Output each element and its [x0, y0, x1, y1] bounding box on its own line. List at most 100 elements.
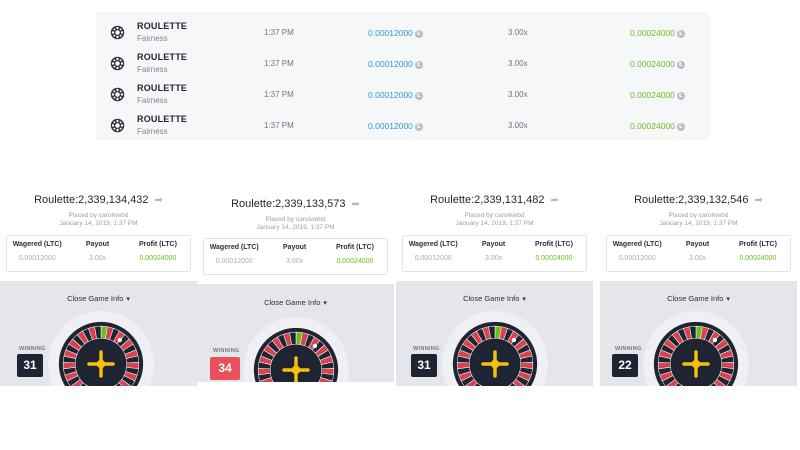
winning-label: WINNING [213, 348, 240, 354]
bet-time: 1:37 PM [264, 121, 294, 130]
wagered-value: 0.00012000 [18, 255, 56, 262]
bet-time: 1:37 PM [264, 59, 294, 68]
roulette-wheel-icon [110, 87, 125, 102]
bet-stats-box: Wagered (LTC) 0.00012000 Payout 3.00x Prof… [6, 235, 191, 272]
litecoin-icon: Ł [414, 91, 423, 100]
winning-label: WINNING [413, 346, 440, 352]
wagered-value: 0.00012000 [215, 258, 253, 265]
profit-value: 0.00024000 [139, 255, 177, 262]
bet-profit: 0.00024000 Ł [630, 90, 685, 100]
profit-label: Profit (LTC) [138, 241, 177, 248]
bet-profit: 0.00024000 Ł [630, 59, 685, 69]
roulette-wheel [653, 321, 739, 386]
share-arrow-icon[interactable]: ➦ [754, 195, 762, 206]
payout-label: Payout [282, 244, 307, 251]
bet-date: January 14, 2019, 1:37 PM [256, 224, 335, 231]
share-arrow-icon[interactable]: ➦ [154, 195, 162, 206]
bet-payout: 3.00x [508, 28, 528, 37]
payout-value: 3.00x [89, 255, 107, 262]
litecoin-icon: Ł [414, 60, 423, 69]
share-arrow-icon[interactable]: ➦ [351, 199, 359, 210]
game-title: Roulette:2,339,131,482 ➦ [430, 194, 559, 206]
close-game-info-button[interactable]: Close Game Info ▾ [197, 298, 394, 307]
payout-value: 3.00x [286, 258, 304, 265]
bet-amount: 0.00012000 Ł [368, 121, 423, 131]
litecoin-icon: Ł [676, 122, 685, 131]
chevron-down-icon: ▾ [323, 300, 327, 307]
wagered-label: Wagered (LTC) [12, 241, 62, 248]
winning-number: 31 [411, 354, 437, 377]
bet-date: January 14, 2019, 1:37 PM [455, 220, 534, 227]
bet-date: January 14, 2019, 1:37 PM [659, 220, 738, 227]
bet-history-table: ROULETTE Fairness 1:37 PM 0.00012000 Ł 3.… [96, 12, 710, 140]
profit-label: Profit (LTC) [335, 244, 374, 251]
game-name: ROULETTE [137, 21, 188, 31]
profit-label: Profit (LTC) [534, 241, 573, 248]
close-game-info-button[interactable]: Close Game Info ▾ [0, 294, 197, 303]
bet-payout: 3.00x [508, 121, 528, 130]
game-title: Roulette:2,339,134,432 ➦ [34, 194, 163, 206]
profit-value: 0.00024000 [336, 258, 374, 265]
table-row[interactable]: ROULETTE Fairness 1:37 PM 0.00012000 Ł 3.… [96, 47, 710, 78]
game-name: ROULETTE [137, 114, 188, 124]
roulette-wheel-icon [110, 56, 125, 71]
payout-label: Payout [481, 241, 506, 248]
bet-stats-box: Wagered (LTC) 0.00012000 Payout 3.00x Prof… [203, 238, 388, 275]
payout-value: 3.00x [485, 255, 503, 262]
bet-date: January 14, 2019, 1:37 PM [59, 220, 138, 227]
roulette-wheel [58, 321, 144, 386]
close-game-info-button[interactable]: Close Game Info ▾ [396, 294, 593, 303]
winning-label: WINNING [615, 346, 642, 352]
wagered-label: Wagered (LTC) [408, 241, 458, 248]
table-row[interactable]: ROULETTE Fairness 1:37 PM 0.00012000 Ł 3.… [96, 109, 710, 140]
game-info-card: Roulette:2,339,133,573 ➦ Placed by carolw… [197, 190, 394, 382]
bet-time: 1:37 PM [264, 28, 294, 37]
payout-value: 3.00x [689, 255, 707, 262]
fairness-link[interactable]: Fairness [137, 34, 168, 43]
profit-value: 0.00024000 [739, 255, 777, 262]
wagered-label: Wagered (LTC) [612, 241, 662, 248]
wagered-value: 0.00012000 [618, 255, 656, 262]
chevron-down-icon: ▾ [726, 296, 730, 303]
roulette-wheel-icon [110, 25, 125, 40]
wagered-label: Wagered (LTC) [209, 244, 259, 251]
litecoin-icon: Ł [414, 29, 423, 38]
game-info-card: Roulette:2,339,134,432 ➦ Placed by carolw… [0, 186, 197, 386]
profit-value: 0.00024000 [535, 255, 573, 262]
litecoin-icon: Ł [676, 29, 685, 38]
winning-label: WINNING [19, 346, 46, 352]
payout-label: Payout [685, 241, 710, 248]
bet-amount: 0.00012000 Ł [368, 59, 423, 69]
winning-number: 34 [210, 357, 240, 380]
litecoin-icon: Ł [676, 91, 685, 100]
table-row[interactable]: ROULETTE Fairness 1:37 PM 0.00012000 Ł 3.… [96, 78, 710, 109]
game-name: ROULETTE [137, 83, 188, 93]
game-info-card: Roulette:2,339,131,482 ➦ Placed by carolw… [396, 186, 593, 386]
roulette-wheel [452, 321, 538, 386]
game-info-card: Roulette:2,339,132,546 ➦ Placed by carolw… [600, 186, 797, 386]
bet-profit: 0.00024000 Ł [630, 28, 685, 38]
litecoin-icon: Ł [676, 60, 685, 69]
game-name: ROULETTE [137, 52, 188, 62]
litecoin-icon: Ł [414, 122, 423, 131]
bet-amount: 0.00012000 Ł [368, 90, 423, 100]
bet-time: 1:37 PM [264, 90, 294, 99]
bet-stats-box: Wagered (LTC) 0.00012000 Payout 3.00x Prof… [606, 235, 791, 272]
game-title: Roulette:2,339,132,546 ➦ [634, 194, 763, 206]
profit-label: Profit (LTC) [738, 241, 777, 248]
roulette-wheel-icon [110, 118, 125, 133]
share-arrow-icon[interactable]: ➦ [550, 195, 558, 206]
fairness-link[interactable]: Fairness [137, 96, 168, 105]
table-row[interactable]: ROULETTE Fairness 1:37 PM 0.00012000 Ł 3.… [96, 16, 710, 47]
bet-payout: 3.00x [508, 90, 528, 99]
fairness-link[interactable]: Fairness [137, 65, 168, 74]
payout-label: Payout [85, 241, 110, 248]
game-title: Roulette:2,339,133,573 ➦ [231, 198, 360, 210]
fairness-link[interactable]: Fairness [137, 127, 168, 136]
close-game-info-button[interactable]: Close Game Info ▾ [600, 294, 797, 303]
bet-stats-box: Wagered (LTC) 0.00012000 Payout 3.00x Prof… [402, 235, 587, 272]
wagered-value: 0.00012000 [414, 255, 452, 262]
roulette-wheel [253, 327, 339, 382]
bet-payout: 3.00x [508, 59, 528, 68]
chevron-down-icon: ▾ [522, 296, 526, 303]
